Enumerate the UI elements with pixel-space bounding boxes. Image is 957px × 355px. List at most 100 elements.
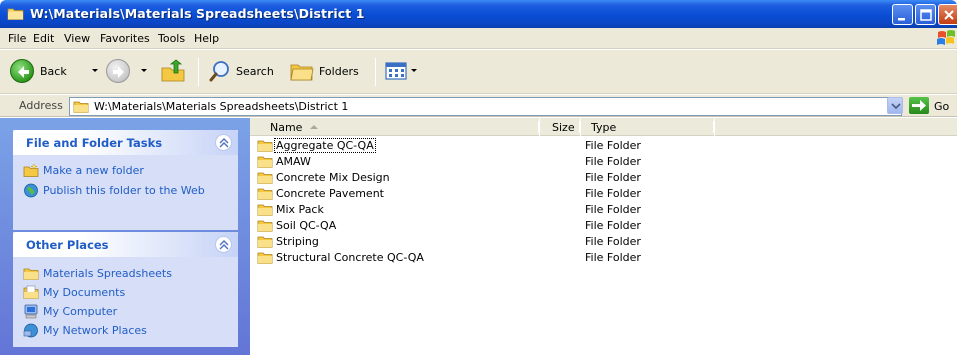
file-type: File Folder [585,171,641,184]
my-computer-icon [24,304,38,319]
close-button[interactable] [938,4,957,25]
column-header-size[interactable]: Size [540,118,580,136]
column-size-label: Size [552,121,575,134]
chevron-up-icon [219,240,229,250]
collapse-button[interactable] [215,236,232,253]
folder-icon [257,204,273,216]
my-documents-link[interactable]: My Documents [43,286,125,299]
chevron-down-icon [891,103,901,110]
file-name[interactable]: Structural Concrete QC-QA [275,251,425,264]
forward-button[interactable] [106,59,130,83]
menu-help[interactable]: Help [194,32,219,45]
other-places-panel: Other Places Materials Spreadsheets My D… [13,232,238,347]
folder-icon [257,236,273,248]
menu-file[interactable]: File [8,32,26,45]
file-name[interactable]: Aggregate QC-QA [274,138,376,153]
file-name[interactable]: Concrete Mix Design [275,171,391,184]
collapse-button[interactable] [215,134,232,151]
file-name[interactable]: Striping [275,235,320,248]
folder-icon [257,252,273,264]
file-type: File Folder [585,251,641,264]
file-type: File Folder [585,155,641,168]
address-label: Address [19,99,63,112]
file-row[interactable]: AMAW File Folder [250,154,957,170]
maximize-button[interactable] [915,4,936,25]
back-button[interactable] [10,59,34,83]
my-computer-link[interactable]: My Computer [43,305,117,318]
menu-bar: File Edit View Favorites Tools Help [0,28,957,49]
network-places-icon [23,323,38,338]
sort-ascending-icon [310,125,318,129]
address-value: W:\Materials\Materials Spreadsheets\Dist… [94,100,349,113]
chevron-up-icon [219,138,229,148]
maximize-icon [920,9,932,21]
folder-icon [257,156,273,168]
column-name-label: Name [270,121,303,134]
file-row[interactable]: Mix Pack File Folder [250,202,957,218]
go-button[interactable] [909,97,929,114]
my-documents-icon [23,285,39,299]
folder-icon [7,8,24,20]
file-row[interactable]: Concrete Pavement File Folder [250,186,957,202]
back-label[interactable]: Back [40,65,67,78]
address-bar: Address W:\Materials\Materials Spreadshe… [0,95,957,117]
task-pane: File and Folder Tasks Make a new folder … [0,118,250,355]
windows-logo-icon [937,30,955,45]
file-type: File Folder [585,139,641,152]
materials-spreadsheets-link[interactable]: Materials Spreadsheets [43,267,172,280]
publish-folder-link[interactable]: Publish this folder to the Web [43,184,223,197]
column-header-empty [715,118,957,136]
minimize-icon [898,18,905,21]
folders-icon[interactable] [290,60,314,82]
my-network-places-link[interactable]: My Network Places [43,324,147,337]
file-row[interactable]: Striping File Folder [250,234,957,250]
search-icon[interactable] [209,60,231,82]
column-type-label: Type [591,121,617,134]
back-dropdown-icon[interactable] [92,69,98,72]
file-type: File Folder [585,187,641,200]
new-folder-icon [23,163,39,177]
file-folder-tasks-panel: File and Folder Tasks Make a new folder … [13,130,238,230]
search-label[interactable]: Search [236,65,274,78]
up-folder-icon[interactable] [160,59,186,83]
views-dropdown-icon[interactable] [411,69,417,72]
file-row[interactable]: Aggregate QC-QA File Folder [250,138,957,154]
other-places-title: Other Places [26,238,109,252]
file-name[interactable]: Soil QC-QA [275,219,337,232]
folder-icon [257,172,273,184]
file-folder-tasks-header[interactable]: File and Folder Tasks [13,130,238,155]
toolbar: Back Search Folders [0,50,957,94]
other-places-header[interactable]: Other Places [13,232,238,257]
file-row[interactable]: Soil QC-QA File Folder [250,218,957,234]
file-name[interactable]: Concrete Pavement [275,187,385,200]
make-new-folder-link[interactable]: Make a new folder [43,164,144,177]
go-arrow-icon [912,100,926,111]
file-type: File Folder [585,203,641,216]
forward-dropdown-icon[interactable] [141,69,147,72]
folders-label[interactable]: Folders [319,65,359,78]
folder-icon [257,188,273,200]
menu-favorites[interactable]: Favorites [100,32,150,45]
menu-view[interactable]: View [64,32,90,45]
column-header-name[interactable]: Name [250,118,539,136]
go-label[interactable]: Go [934,100,949,113]
file-folder-tasks-title: File and Folder Tasks [26,136,163,150]
address-dropdown-button[interactable] [887,97,903,114]
menu-tools[interactable]: Tools [158,32,185,45]
menu-edit[interactable]: Edit [33,32,54,45]
file-list[interactable]: Name Size Type Aggregate QC-QA File Folde… [250,118,957,355]
title-bar[interactable]: W:\Materials\Materials Spreadsheets\Dist… [0,0,957,28]
file-name[interactable]: Mix Pack [275,203,325,216]
minimize-button[interactable] [892,4,913,25]
back-arrow-icon [18,66,29,78]
file-type: File Folder [585,235,641,248]
file-name[interactable]: AMAW [275,155,312,168]
file-row[interactable]: Concrete Mix Design File Folder [250,170,957,186]
folder-icon [23,268,39,280]
address-input[interactable]: W:\Materials\Materials Spreadsheets\Dist… [69,97,902,116]
column-header-type[interactable]: Type [581,118,714,136]
views-icon[interactable] [385,61,407,81]
window-title: W:\Materials\Materials Spreadsheets\Dist… [30,6,365,21]
file-row[interactable]: Structural Concrete QC-QA File Folder [250,250,957,266]
forward-arrow-icon [113,66,124,78]
